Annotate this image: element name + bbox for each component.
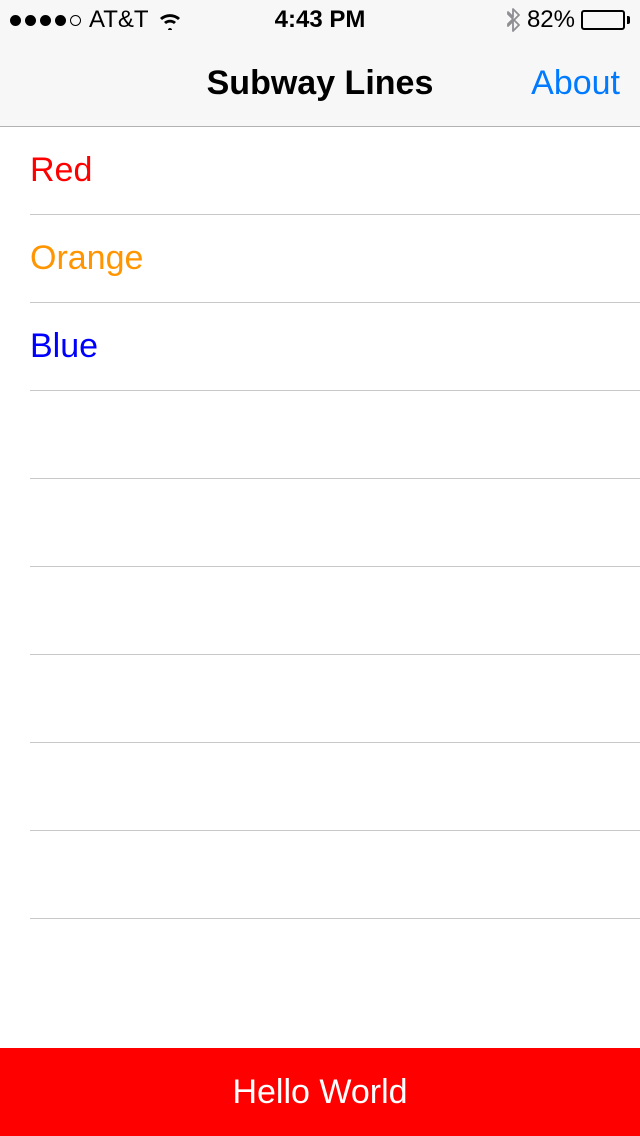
bluetooth-icon bbox=[507, 8, 521, 32]
subway-line-name: Red bbox=[30, 151, 92, 190]
empty-row bbox=[30, 743, 640, 831]
subway-line-row[interactable]: Red bbox=[30, 127, 640, 215]
subway-line-name: Orange bbox=[30, 239, 143, 278]
page-title: Subway Lines bbox=[207, 64, 434, 103]
empty-row bbox=[30, 567, 640, 655]
wifi-icon bbox=[157, 10, 183, 30]
footer-banner: Hello World bbox=[0, 1048, 640, 1136]
footer-label: Hello World bbox=[232, 1073, 407, 1112]
subway-line-name: Blue bbox=[30, 327, 98, 366]
carrier-label: AT&T bbox=[89, 6, 149, 34]
subway-line-row[interactable]: Orange bbox=[30, 215, 640, 303]
empty-row bbox=[30, 655, 640, 743]
battery-icon bbox=[581, 10, 630, 30]
clock-label: 4:43 PM bbox=[275, 6, 366, 34]
signal-strength-icon bbox=[10, 15, 81, 26]
about-button[interactable]: About bbox=[531, 64, 620, 103]
empty-row bbox=[30, 831, 640, 919]
navigation-bar: Subway Lines About bbox=[0, 40, 640, 127]
subway-line-list[interactable]: Red Orange Blue bbox=[0, 127, 640, 1048]
empty-row bbox=[30, 391, 640, 479]
battery-percent-label: 82% bbox=[527, 6, 575, 34]
status-right: 82% bbox=[507, 6, 630, 34]
status-left: AT&T bbox=[10, 6, 183, 34]
subway-line-row[interactable]: Blue bbox=[30, 303, 640, 391]
empty-row bbox=[30, 479, 640, 567]
status-bar: AT&T 4:43 PM 82% bbox=[0, 0, 640, 40]
